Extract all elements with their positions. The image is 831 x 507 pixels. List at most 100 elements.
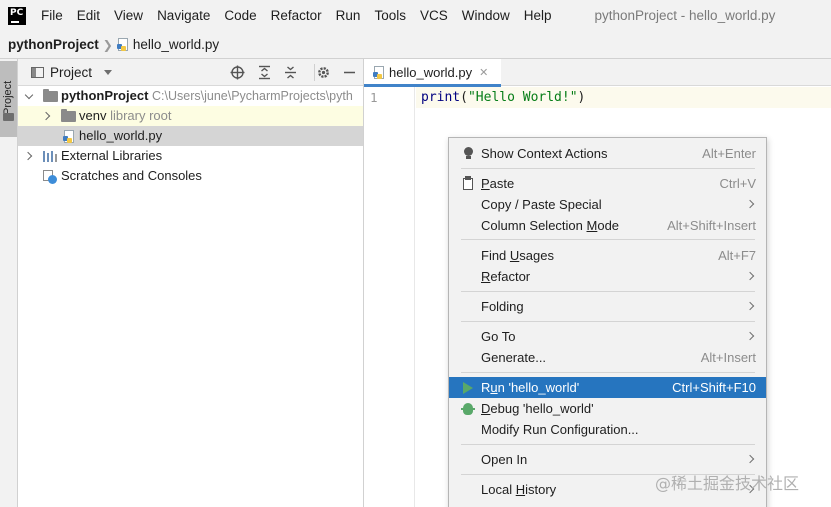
chevron-right-icon (745, 454, 755, 464)
menu-item-copy-paste-special[interactable]: Copy / Paste Special (449, 194, 766, 215)
line-gutter[interactable]: 1 (364, 87, 415, 507)
project-tool-tab[interactable]: Project (0, 61, 17, 137)
menu-separator (461, 321, 755, 322)
chevron-right-icon (745, 199, 755, 209)
breadcrumb-project[interactable]: pythonProject (8, 37, 99, 52)
menu-item-label: Go To (481, 329, 516, 344)
menu-item-shortcut: Alt+F7 (718, 248, 756, 263)
clipboard-icon (461, 176, 475, 191)
menu-file[interactable]: File (34, 0, 70, 31)
menu-item-label: Debug 'hello_world' (481, 401, 594, 416)
menu-item-label: Find Usages (481, 248, 554, 263)
chevron-right-icon[interactable] (43, 112, 51, 120)
tree-item-venv[interactable]: venv library root (18, 106, 363, 126)
expand-all-icon[interactable] (257, 65, 272, 80)
breadcrumb: pythonProject ❯ hello_world.py (0, 31, 831, 59)
menu-item-label: Column Selection Mode (481, 218, 620, 233)
chevron-right-icon[interactable] (25, 152, 33, 160)
breadcrumb-file[interactable]: hello_world.py (133, 37, 219, 52)
collapse-all-icon[interactable] (283, 65, 298, 80)
project-tool-tab-label: Project (2, 80, 14, 115)
tree-item-path: C:\Users\june\PycharmProjects\pyth (152, 89, 353, 103)
menu-vcs[interactable]: VCS (413, 0, 455, 31)
header-divider (314, 64, 315, 81)
globe-icon[interactable] (230, 65, 245, 80)
python-file-icon (373, 66, 385, 79)
folder-icon (3, 113, 14, 121)
menu-item-column-selection-mode[interactable]: Column Selection Mode Alt+Shift+Insert (449, 215, 766, 236)
project-panel-header: Project (18, 59, 363, 86)
minimize-icon[interactable] (342, 65, 357, 80)
python-file-icon (116, 38, 129, 51)
menu-item-shortcut: Alt+Enter (702, 146, 756, 161)
folder-icon (61, 109, 76, 122)
menu-edit[interactable]: Edit (70, 0, 107, 31)
code-line[interactable]: print("Hello World!") (421, 90, 585, 105)
tree-item-pythonproject[interactable]: pythonProject C:\Users\june\PycharmProje… (18, 86, 363, 106)
external-libraries-icon (43, 151, 57, 162)
menu-item-shortcut: Ctrl+V (719, 176, 756, 191)
menu-bar: PC File Edit View Navigate Code Refactor… (0, 0, 831, 31)
menu-separator (461, 239, 755, 240)
menu-item-shortcut: Ctrl+Shift+F10 (672, 380, 756, 395)
gear-icon[interactable] (316, 65, 331, 80)
menu-separator (461, 168, 755, 169)
context-menu: Show Context Actions Alt+Enter Paste Ctr… (448, 137, 767, 507)
menu-item-generate[interactable]: Generate... Alt+Insert (449, 347, 766, 368)
tree-item-label: External Libraries (61, 148, 163, 163)
tree-item-label: Scratches and Consoles (61, 168, 202, 183)
project-view-icon (31, 66, 44, 78)
tree-item-label: hello_world.py (79, 128, 163, 143)
menu-item-shortcut: Alt+Shift+Insert (667, 218, 756, 233)
menu-navigate[interactable]: Navigate (150, 0, 217, 31)
project-panel-title[interactable]: Project (50, 65, 92, 80)
close-icon[interactable]: ✕ (479, 66, 488, 79)
tree-item-label: venv (79, 108, 107, 123)
menu-item-folding[interactable]: Folding (449, 296, 766, 317)
chevron-right-icon (745, 301, 755, 311)
menu-item-modify-run-configuration[interactable]: Modify Run Configuration... (449, 419, 766, 440)
menu-view[interactable]: View (107, 0, 150, 31)
menu-item-open-in[interactable]: Open In (449, 449, 766, 470)
menu-item-label: Copy / Paste Special (481, 197, 602, 212)
menu-item-label: Open In (481, 452, 528, 467)
menu-separator (461, 444, 755, 445)
code-string: "Hello World!" (467, 90, 578, 105)
scratches-icon (43, 170, 57, 184)
menu-tools[interactable]: Tools (367, 0, 413, 31)
tree-item-external-libraries[interactable]: External Libraries (18, 146, 363, 166)
chevron-down-icon[interactable] (25, 92, 33, 100)
code-function: print (421, 90, 461, 105)
menu-window[interactable]: Window (455, 0, 517, 31)
tree-item-scratches[interactable]: Scratches and Consoles (18, 166, 363, 186)
menu-item-label: Run 'hello_world' (481, 380, 580, 395)
tree-item-hello-world[interactable]: hello_world.py (18, 126, 363, 146)
menu-item-label: Folding (481, 299, 524, 314)
python-file-icon (63, 130, 75, 143)
watermark: @稀土掘金技术社区 (655, 474, 800, 493)
menu-code[interactable]: Code (217, 0, 263, 31)
editor-tab-bar: hello_world.py ✕ (364, 59, 831, 87)
menu-item-go-to[interactable]: Go To (449, 326, 766, 347)
menu-item-label: Paste (481, 176, 515, 191)
menu-item-refactor[interactable]: Refactor (449, 266, 766, 287)
menu-item-show-context-actions[interactable]: Show Context Actions Alt+Enter (449, 143, 766, 164)
menu-help[interactable]: Help (517, 0, 559, 31)
code-paren-close: ) (577, 90, 586, 105)
menu-refactor[interactable]: Refactor (264, 0, 329, 31)
menu-item-debug[interactable]: Debug 'hello_world' (449, 398, 766, 419)
menu-item-paste[interactable]: Paste Ctrl+V (449, 173, 766, 194)
tab-hello-world[interactable]: hello_world.py ✕ (364, 59, 501, 87)
menu-item-find-usages[interactable]: Find Usages Alt+F7 (449, 245, 766, 266)
menu-run[interactable]: Run (329, 0, 368, 31)
breadcrumb-separator-icon: ❯ (102, 37, 113, 52)
menu-item-label: Show Context Actions (481, 146, 608, 161)
library-root-hint: library root (110, 108, 172, 123)
project-tree: pythonProject C:\Users\june\PycharmProje… (18, 86, 363, 186)
menu-separator (461, 291, 755, 292)
project-panel: Project pythonProject C:\Users\june\Pych… (18, 59, 364, 507)
chevron-down-icon[interactable] (104, 69, 113, 75)
menu-item-run[interactable]: Run 'hello_world' Ctrl+Shift+F10 (449, 377, 766, 398)
pycharm-logo-icon: PC (8, 6, 26, 25)
menu-item-label: Refactor (481, 269, 531, 284)
